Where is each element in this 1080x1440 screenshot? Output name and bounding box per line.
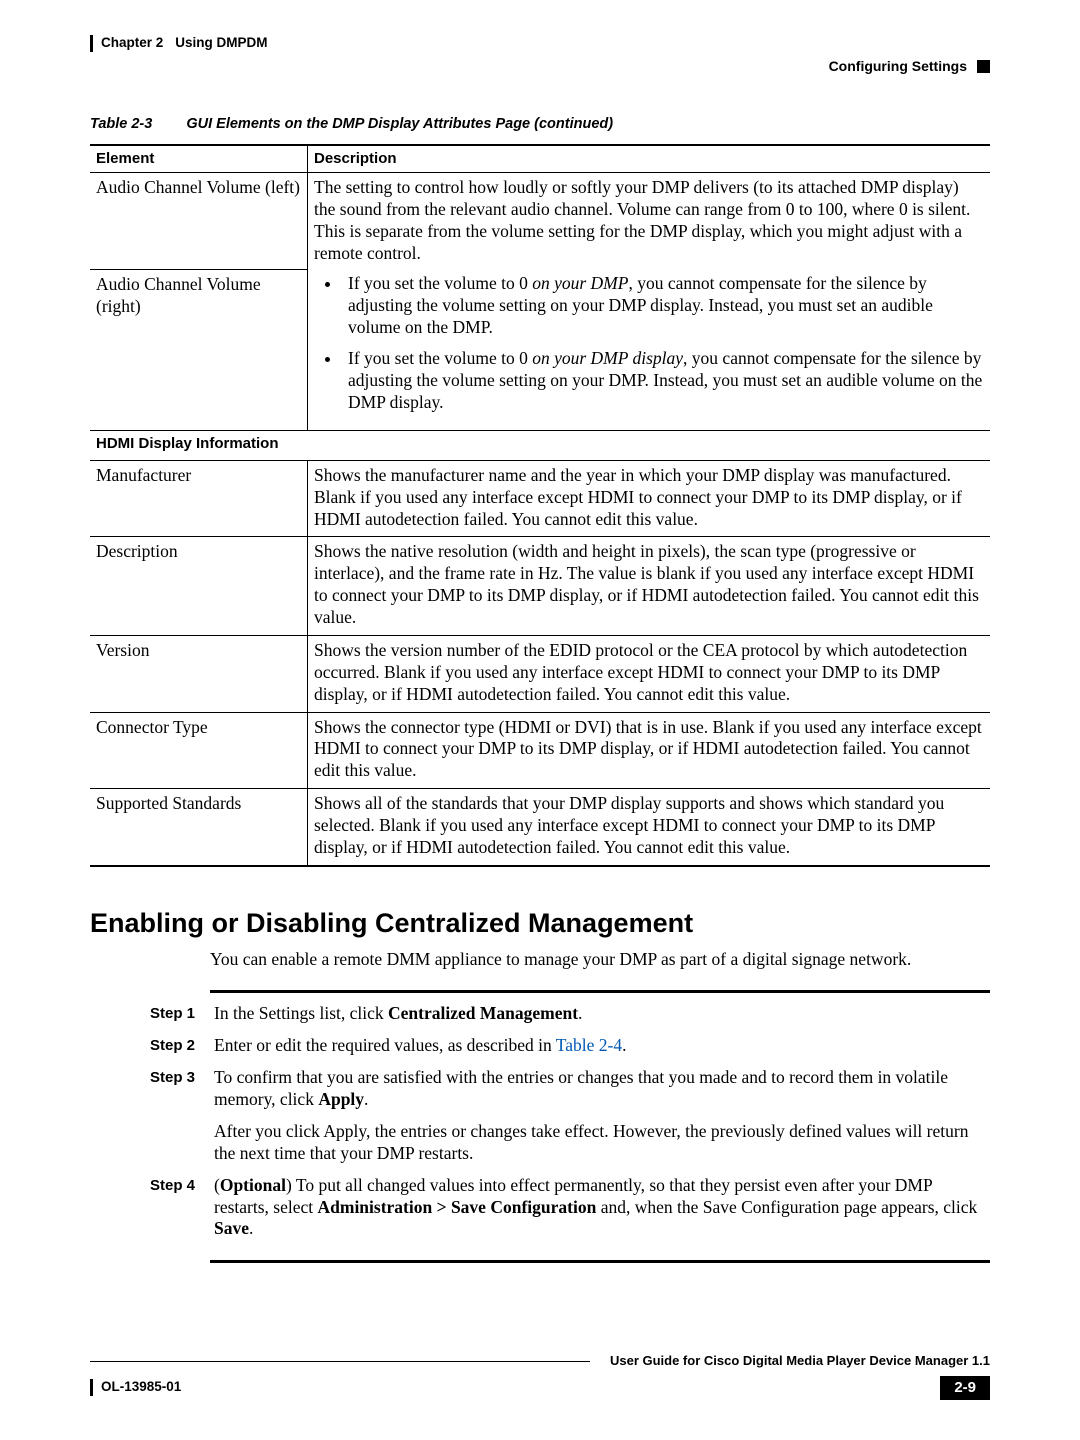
row-element-version: Version <box>90 635 308 712</box>
step-3: Step 3 To confirm that you are satisfied… <box>150 1067 990 1165</box>
step-3-body: To confirm that you are satisfied with t… <box>214 1067 990 1165</box>
gui-elements-table: Element Description Audio Channel Volume… <box>90 144 990 867</box>
row-element-manufacturer: Manufacturer <box>90 460 308 537</box>
step-4-label: Step 4 <box>150 1175 196 1241</box>
section-header-hdmi: HDMI Display Information <box>90 431 990 461</box>
running-header-left: Chapter 2 Using DMPDM <box>90 35 990 52</box>
row-description-supported-standards: Shows all of the standards that your DMP… <box>308 789 991 866</box>
chapter-title: Using DMPDM <box>175 35 267 52</box>
page-footer: User Guide for Cisco Digital Media Playe… <box>90 1353 990 1400</box>
table-title: GUI Elements on the DMP Display Attribut… <box>186 116 613 132</box>
row-description-connector-type: Shows the connector type (HDMI or DVI) t… <box>308 712 991 789</box>
row-element-description: Description <box>90 537 308 636</box>
footer-doc-title: User Guide for Cisco Digital Media Playe… <box>610 1353 990 1369</box>
row-description-manufacturer: Shows the manufacturer name and the year… <box>308 460 991 537</box>
steps-top-rule <box>210 990 990 993</box>
audio-bullet-2: If you set the volume to 0 on your DMP d… <box>342 348 984 414</box>
row-description-description: Shows the native resolution (width and h… <box>308 537 991 636</box>
column-header-description: Description <box>308 145 991 173</box>
step-1-body: In the Settings list, click Centralized … <box>214 1003 990 1025</box>
step-1: Step 1 In the Settings list, click Centr… <box>150 1003 990 1025</box>
row-element-supported-standards: Supported Standards <box>90 789 308 866</box>
step-1-label: Step 1 <box>150 1003 196 1025</box>
chapter-number: Chapter 2 <box>101 35 163 52</box>
steps-bottom-rule <box>210 1260 990 1263</box>
section-title: Configuring Settings <box>829 58 967 76</box>
row-description-version: Shows the version number of the EDID pro… <box>308 635 991 712</box>
step-3-extra: After you click Apply, the entries or ch… <box>214 1121 990 1165</box>
steps-block: Step 1 In the Settings list, click Centr… <box>150 1003 990 1240</box>
header-square-icon <box>977 60 990 73</box>
step-4-body: (Optional) To put all changed values int… <box>214 1175 990 1241</box>
table-number: Table 2-3 <box>90 116 152 132</box>
row-element-connector-type: Connector Type <box>90 712 308 789</box>
table-caption: Table 2-3 GUI Elements on the DMP Displa… <box>90 115 990 133</box>
row-element-audio-right: Audio Channel Volume (right) <box>90 269 308 430</box>
table-2-4-link[interactable]: Table 2-4 <box>556 1035 622 1055</box>
step-2-label: Step 2 <box>150 1035 196 1057</box>
step-3-label: Step 3 <box>150 1067 196 1165</box>
column-header-element: Element <box>90 145 308 173</box>
audio-bullet-1: If you set the volume to 0 on your DMP, … <box>342 273 984 339</box>
audio-desc-main: The setting to control how loudly or sof… <box>314 177 984 265</box>
step-2-body: Enter or edit the required values, as de… <box>214 1035 990 1057</box>
footer-doc-id: OL-13985-01 <box>90 1379 181 1396</box>
row-description-audio: The setting to control how loudly or sof… <box>308 173 991 431</box>
step-2: Step 2 Enter or edit the required values… <box>150 1035 990 1057</box>
section-intro: You can enable a remote DMM appliance to… <box>210 949 990 971</box>
step-4: Step 4 (Optional) To put all changed val… <box>150 1175 990 1241</box>
running-header-right: Configuring Settings <box>90 58 990 76</box>
section-heading: Enabling or Disabling Centralized Manage… <box>90 907 990 941</box>
row-element-audio-left: Audio Channel Volume (left) <box>90 173 308 270</box>
